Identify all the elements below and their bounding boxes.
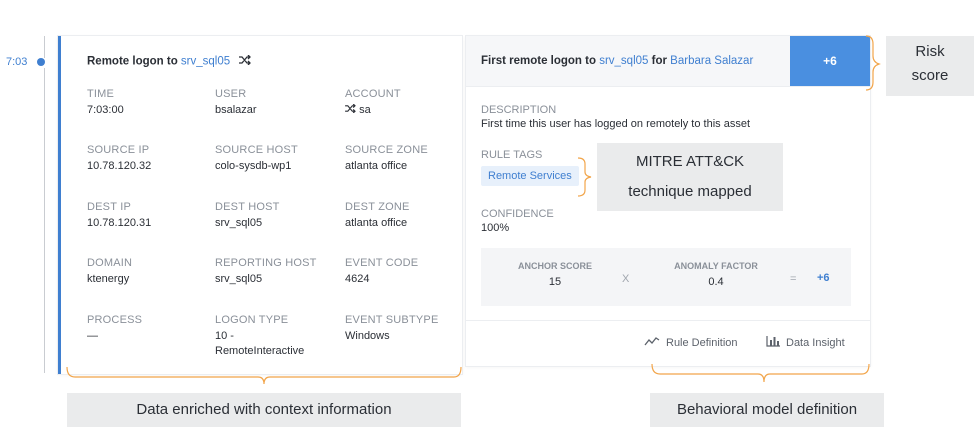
annotation-risk-score: Risk score (886, 36, 974, 96)
annotation-data-enriched: Data enriched with context information (67, 393, 461, 427)
annotation-brackets (66, 35, 881, 385)
annotation-behavioral: Behavioral model definition (650, 393, 884, 427)
annotation-mitre: MITRE ATT&CK technique mapped (597, 143, 783, 211)
